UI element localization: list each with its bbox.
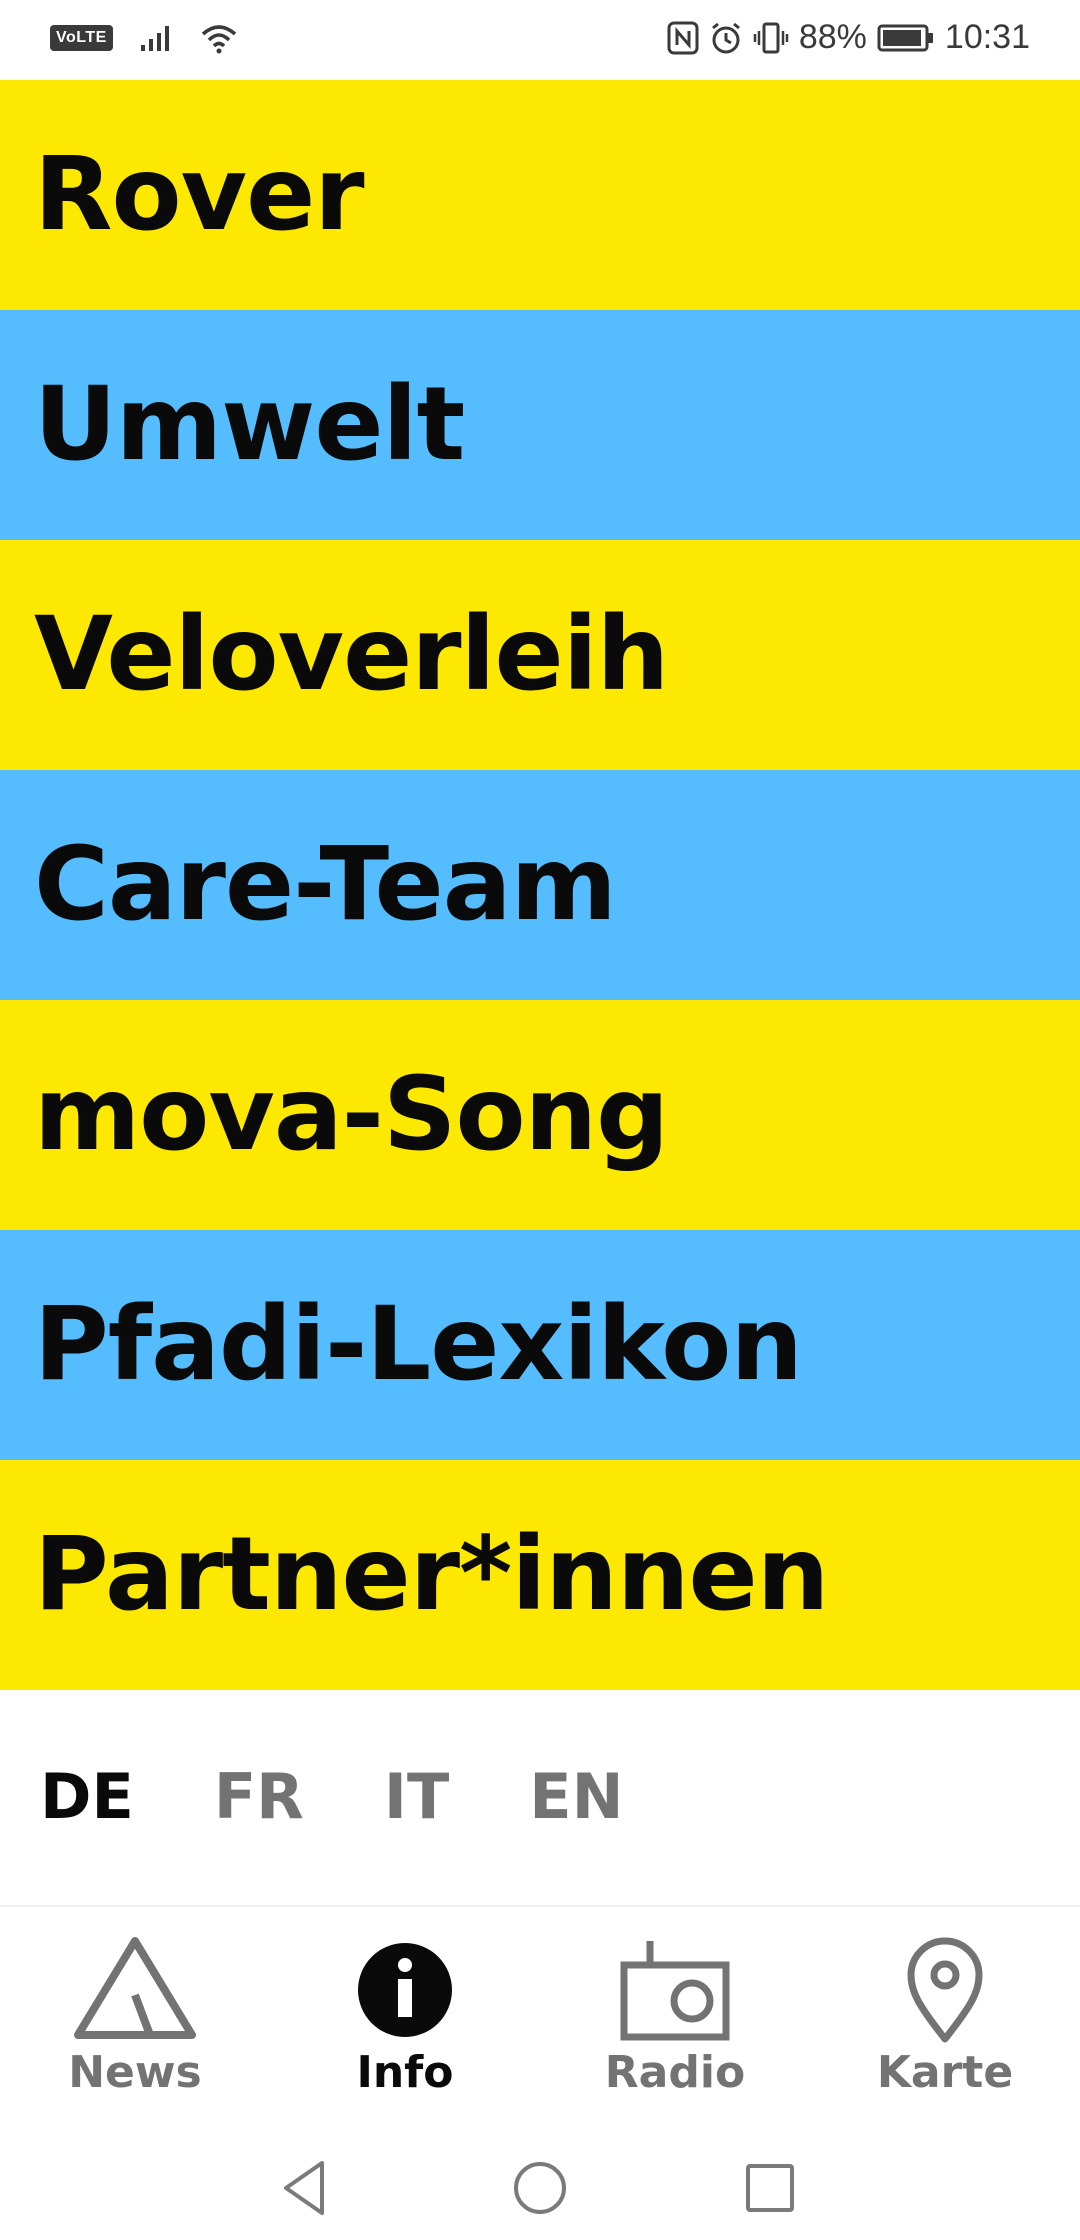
- status-right: 88% 10:31: [667, 18, 1030, 57]
- nav-info-label: Info: [356, 2047, 454, 2098]
- status-left: VoLTE: [50, 22, 239, 54]
- language-de[interactable]: DE: [40, 1760, 134, 1833]
- clock: 10:31: [944, 18, 1030, 56]
- language-it[interactable]: IT: [384, 1760, 449, 1833]
- info-menu: Rover Umwelt Veloverleih Care-Team mova-…: [0, 80, 1080, 1690]
- nav-karte[interactable]: Karte: [810, 1907, 1080, 2137]
- menu-item-mova-song[interactable]: mova-Song: [0, 1000, 1080, 1230]
- radio-icon: [620, 1941, 730, 2041]
- nav-info[interactable]: Info: [270, 1907, 540, 2137]
- nav-karte-label: Karte: [876, 2047, 1014, 2098]
- language-selector: DE FR IT EN: [40, 1760, 624, 1833]
- volte-icon: VoLTE: [50, 25, 113, 51]
- menu-item-veloverleih[interactable]: Veloverleih: [0, 540, 1080, 770]
- language-fr[interactable]: FR: [214, 1760, 304, 1833]
- map-pin-icon: [907, 1937, 983, 2043]
- nav-news-label: News: [68, 2047, 202, 2098]
- nav-radio-label: Radio: [604, 2047, 746, 2098]
- status-bar: VoLTE 88% 10:31: [0, 0, 1080, 80]
- nav-radio[interactable]: Radio: [540, 1907, 810, 2137]
- home-icon[interactable]: [505, 2153, 575, 2223]
- menu-item-umwelt[interactable]: Umwelt: [0, 310, 1080, 540]
- info-icon: [358, 1943, 452, 2037]
- nfc-icon: [667, 21, 699, 54]
- vibrate-icon: [753, 22, 789, 53]
- menu-item-pfadi-lexikon[interactable]: Pfadi-Lexikon: [0, 1230, 1080, 1460]
- menu-item-care-team[interactable]: Care-Team: [0, 770, 1080, 1000]
- menu-item-rover[interactable]: Rover: [0, 80, 1080, 310]
- alarm-icon: [711, 22, 740, 53]
- battery-icon: [877, 24, 933, 51]
- bottom-nav: News Info Radio Karte: [0, 1905, 1080, 2137]
- system-nav-bar: [0, 2135, 1080, 2240]
- screen: VoLTE 88% 10:31 Rover Umwelt Veloverleih…: [0, 0, 1080, 2240]
- language-en[interactable]: EN: [529, 1760, 623, 1833]
- tent-icon: [74, 1937, 196, 2039]
- nav-news[interactable]: News: [0, 1907, 270, 2137]
- battery-percent: 88%: [798, 18, 867, 56]
- signal-icon: [140, 26, 169, 51]
- menu-item-partner-innen[interactable]: Partner*innen: [0, 1460, 1080, 1690]
- wifi-icon: [201, 25, 236, 54]
- back-icon[interactable]: [270, 2153, 340, 2223]
- recents-icon[interactable]: [735, 2153, 805, 2223]
